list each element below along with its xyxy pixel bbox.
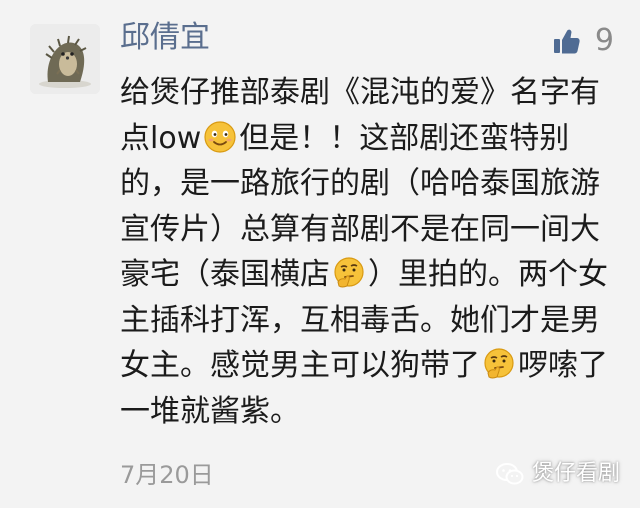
- avatar[interactable]: [30, 24, 100, 94]
- comment-card: 邱倩宜 9 给煲仔推部泰剧《混沌的爱》名字有点low 但是！！这部剧还蛮特别的，是…: [0, 0, 640, 508]
- like-button[interactable]: 9: [553, 24, 614, 58]
- comment-date: 7月20日: [120, 461, 214, 489]
- watermark: 煲仔看剧: [495, 458, 620, 490]
- watermark-label: 煲仔看剧: [531, 461, 620, 486]
- hedgehog-avatar-icon: [30, 24, 100, 94]
- like-count: 9: [594, 23, 614, 58]
- thinking-emoji-icon: [484, 348, 514, 379]
- username[interactable]: 邱倩宜: [120, 18, 210, 58]
- thumbs-up-icon: [553, 29, 580, 54]
- wechat-icon: [495, 463, 524, 485]
- comment-text: 给煲仔推部泰剧《混沌的爱》名字有点low 但是！！这部剧还蛮特别的，是一路旅行的剧…: [120, 70, 620, 434]
- smile-emoji-icon: [204, 120, 236, 153]
- thinking-emoji-icon: [334, 257, 364, 288]
